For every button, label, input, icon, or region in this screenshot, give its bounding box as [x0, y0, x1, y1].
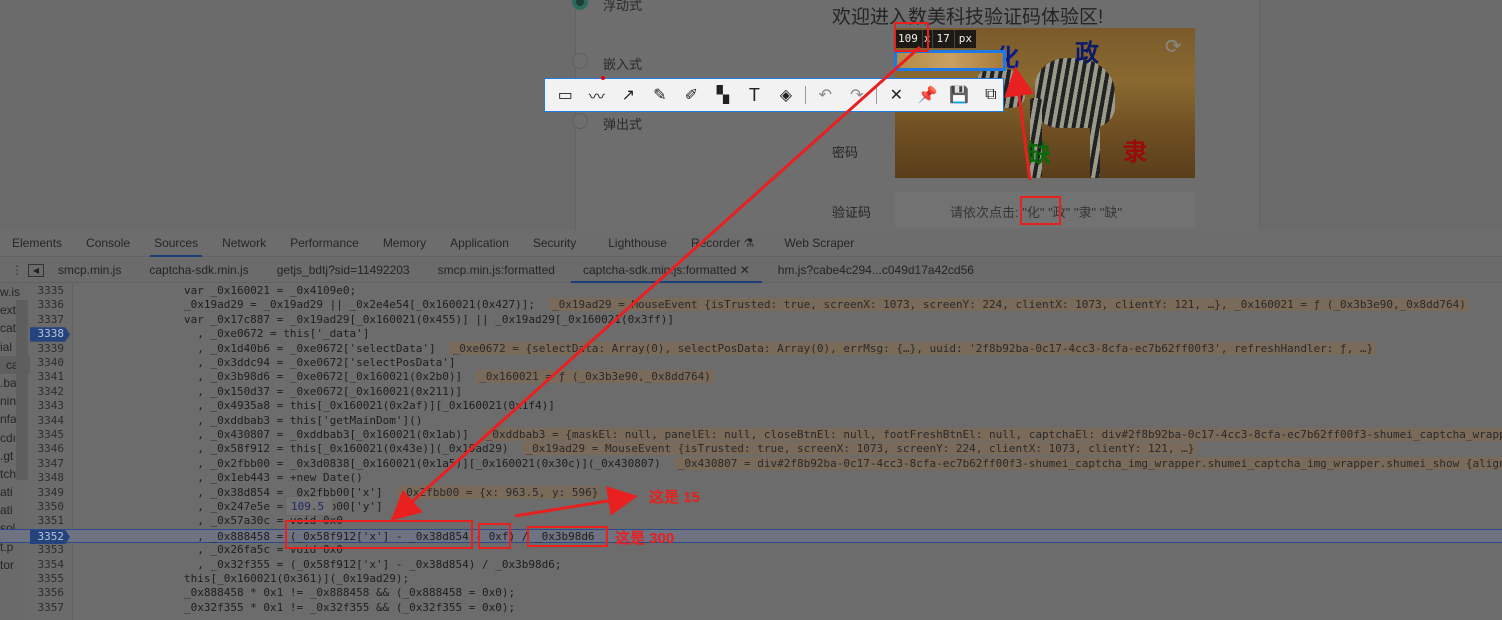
- annotation-box-hua: [1020, 196, 1061, 225]
- annotation-box-expression: [285, 520, 473, 549]
- annotation-arrow: [1004, 66, 1034, 181]
- annotation-box-divisor: [527, 526, 608, 547]
- annotation-arrow: [514, 486, 638, 518]
- annotation-arrow: [390, 45, 922, 522]
- annotation-box-width: [894, 22, 929, 52]
- annotation-box-0xf: [478, 523, 511, 549]
- annotation-note-300: 这是 300: [615, 530, 675, 547]
- annotation-note-15: 这是 15: [649, 489, 700, 506]
- annotation-layer: [390, 45, 1034, 522]
